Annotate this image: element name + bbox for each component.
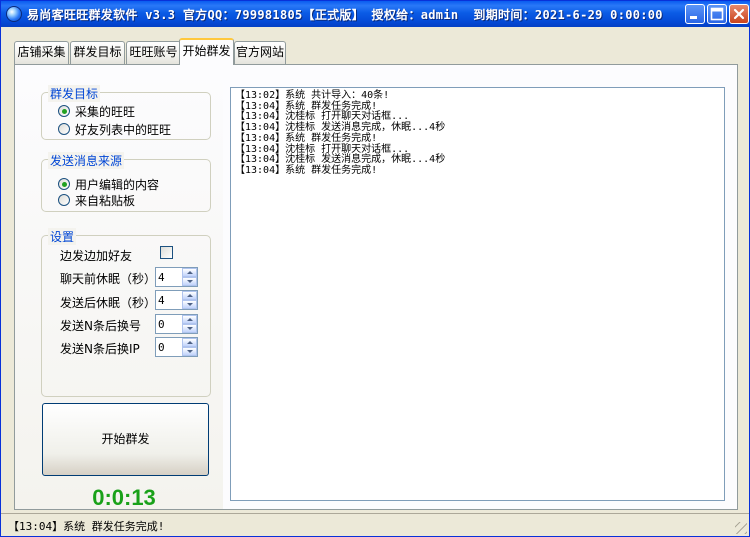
maximize-button[interactable]: [707, 4, 727, 24]
status-bar: 【13:04】系统 群发任务完成!: [1, 513, 749, 536]
app-icon: [6, 6, 22, 22]
tab-start-send[interactable]: 开始群发: [179, 38, 234, 65]
target-group-title: 群发目标: [48, 85, 101, 102]
radio-label: 好友列表中的旺旺: [75, 122, 172, 137]
tab-panel: 群发目标 采集的旺旺 好友列表中的旺旺 发送消息来源 用户编辑的内容 来自粘贴板…: [14, 64, 738, 510]
settings-group-title: 设置: [48, 228, 77, 245]
resize-grip-icon[interactable]: [735, 522, 747, 534]
stepper-down-button[interactable]: [182, 347, 197, 356]
add-friend-checkbox[interactable]: [160, 246, 173, 259]
stepper-up-button[interactable]: [182, 291, 197, 300]
radio-friend-list-wangwang[interactable]: 好友列表中的旺旺: [58, 121, 171, 137]
log-line: 【13:04】系统 群发任务完成!: [235, 132, 378, 144]
title-bar[interactable]: 易尚客旺旺群发软件 v3.3 官方QQ：799981805【正式版】 授权给：a…: [1, 1, 750, 27]
sleep-after-send-label: 发送后休眠（秒）: [60, 296, 157, 310]
stepper-up-button[interactable]: [182, 268, 197, 277]
log-line: 【13:04】系统 群发任务完成!: [235, 164, 378, 176]
source-group-title: 发送消息来源: [48, 152, 125, 169]
sleep-before-chat-stepper[interactable]: 4: [155, 267, 198, 287]
minimize-icon: [690, 16, 697, 19]
window-title: 易尚客旺旺群发软件 v3.3 官方QQ：799981805【正式版】 授权给：a…: [27, 8, 663, 22]
radio-label: 采集的旺旺: [75, 104, 136, 119]
stepper-value[interactable]: 0: [158, 341, 165, 354]
radio-indicator[interactable]: [58, 105, 70, 117]
stepper-value[interactable]: 4: [158, 294, 165, 307]
add-friend-label: 边发边加好友: [60, 249, 133, 263]
stepper-up-button[interactable]: [182, 338, 197, 347]
stepper-up-button[interactable]: [182, 315, 197, 324]
elapsed-timer: 0:0:13: [92, 485, 156, 510]
radio-indicator[interactable]: [58, 123, 70, 135]
tab-send-target[interactable]: 群发目标: [70, 41, 125, 64]
target-group: 群发目标 采集的旺旺 好友列表中的旺旺: [41, 85, 211, 140]
stepper-value[interactable]: 0: [158, 318, 165, 331]
switch-account-after-n-label: 发送N条后换号: [60, 319, 141, 333]
tab-official-site[interactable]: 官方网站: [234, 41, 286, 64]
sleep-after-send-stepper[interactable]: 4: [155, 290, 198, 310]
radio-clipboard[interactable]: 来自粘贴板: [58, 192, 135, 208]
stepper-down-button[interactable]: [182, 324, 197, 333]
tab-shop-collect[interactable]: 店铺采集: [14, 41, 69, 64]
radio-indicator[interactable]: [58, 194, 70, 206]
switch-account-after-n-stepper[interactable]: 0: [155, 314, 198, 334]
radio-indicator[interactable]: [58, 178, 70, 190]
radio-collected-wangwang[interactable]: 采集的旺旺: [58, 103, 135, 119]
sleep-before-chat-label: 聊天前休眠（秒）: [60, 272, 157, 286]
radio-label: 用户编辑的内容: [75, 177, 160, 192]
settings-column: 群发目标 采集的旺旺 好友列表中的旺旺 发送消息来源 用户编辑的内容 来自粘贴板…: [15, 65, 223, 510]
message-source-group: 发送消息来源 用户编辑的内容 来自粘贴板: [41, 152, 211, 212]
switch-ip-after-n-label: 发送N条后换IP: [60, 342, 140, 356]
start-send-button[interactable]: 开始群发: [42, 403, 209, 476]
stepper-down-button[interactable]: [182, 277, 197, 286]
settings-group: 设置 边发边加好友 聊天前休眠（秒） 4 发送后休眠（秒） 4 发送N条后换号 …: [41, 228, 211, 397]
tab-wangwang-account[interactable]: 旺旺账号: [126, 41, 181, 64]
stepper-value[interactable]: 4: [158, 271, 165, 284]
main-window: 易尚客旺旺群发软件 v3.3 官方QQ：799981805【正式版】 授权给：a…: [0, 0, 750, 537]
log-area[interactable]: 【13:02】系统 共计导入：40条! 【13:04】系统 群发任务完成! 【1…: [230, 87, 725, 501]
radio-label: 来自粘贴板: [75, 193, 136, 208]
radio-user-content[interactable]: 用户编辑的内容: [58, 176, 159, 192]
close-button[interactable]: [729, 4, 749, 24]
stepper-down-button[interactable]: [182, 300, 197, 309]
close-icon: [733, 8, 745, 20]
switch-ip-after-n-stepper[interactable]: 0: [155, 337, 198, 357]
minimize-button[interactable]: [685, 4, 705, 24]
maximize-icon: [710, 7, 724, 21]
status-text: 【13:04】系统 群发任务完成!: [8, 520, 165, 533]
